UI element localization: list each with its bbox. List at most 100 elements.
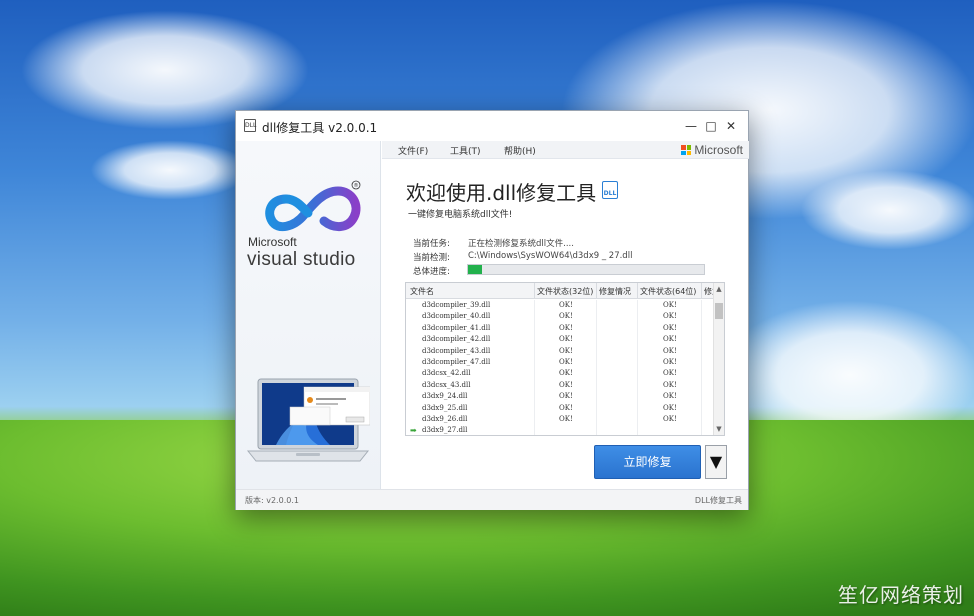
table-row[interactable]: d3dx9_26.dll OK! OK! bbox=[406, 414, 714, 425]
cloud bbox=[800, 170, 974, 250]
cell-status-64: OK! bbox=[663, 312, 677, 321]
current-task-label: 当前任务: bbox=[413, 239, 450, 249]
cell-status-32: OK! bbox=[559, 323, 573, 332]
cell-filename: d3dcompiler_41.dll bbox=[422, 323, 491, 332]
current-check-label: 当前检测: bbox=[413, 253, 450, 263]
cell-status-32: OK! bbox=[559, 346, 573, 355]
cell-status-64: OK! bbox=[663, 403, 677, 412]
cell-status-64: OK! bbox=[663, 414, 677, 423]
menu-help[interactable]: 帮助(H) bbox=[504, 144, 536, 157]
microsoft-brand: Microsoft bbox=[681, 143, 743, 157]
table-row[interactable]: ➡ d3dx9_27.dll bbox=[406, 425, 714, 436]
cell-filename: d3dcompiler_40.dll bbox=[422, 312, 491, 321]
cell-filename: d3dx9_25.dll bbox=[422, 403, 468, 412]
cell-status-64: OK! bbox=[663, 369, 677, 378]
window-title: dll修复工具 v2.0.0.1 bbox=[262, 121, 378, 135]
cloud bbox=[90, 140, 250, 200]
column-separator bbox=[534, 283, 535, 299]
cell-status-32: OK! bbox=[559, 380, 573, 389]
table-row[interactable]: d3dcompiler_40.dll OK! OK! bbox=[406, 311, 714, 322]
microsoft-logo-icon bbox=[681, 145, 692, 155]
cell-status-32: OK! bbox=[559, 357, 573, 366]
cell-status-64: OK! bbox=[663, 323, 677, 332]
microsoft-brand-text: Microsoft bbox=[694, 143, 743, 157]
progress-bar bbox=[467, 264, 705, 275]
scroll-thumb[interactable] bbox=[715, 303, 723, 319]
table-row[interactable]: d3dcompiler_39.dll OK! OK! bbox=[406, 300, 714, 311]
cell-filename: d3dcompiler_42.dll bbox=[422, 335, 491, 344]
current-check-value: C:\Windows\SysWOW64\d3dx9 _ 27.dll bbox=[468, 251, 633, 261]
welcome-title: 欢迎使用.dll修复工具 bbox=[406, 181, 597, 205]
cell-filename: d3dcompiler_39.dll bbox=[422, 301, 491, 309]
visual-studio-logo-icon: ® bbox=[265, 180, 361, 232]
table-row[interactable]: d3dcsx_43.dll OK! OK! bbox=[406, 380, 714, 391]
menu-file[interactable]: 文件(F) bbox=[398, 144, 428, 157]
list-rows: d3dcompiler_39.dll OK! OK! d3dcompiler_40.d… bbox=[406, 300, 714, 436]
title-bar[interactable]: DLL dll修复工具 v2.0.0.1 — □ ✕ bbox=[236, 111, 748, 141]
laptop-illustration-icon bbox=[246, 378, 370, 462]
welcome-subtitle: 一键修复电脑系统dll文件! bbox=[408, 210, 513, 220]
column-header-status-64[interactable]: 文件状态(64位) bbox=[640, 286, 696, 297]
menu-bar: 文件(F) 工具(T) 帮助(H) Microsoft bbox=[382, 141, 749, 159]
cell-status-64: OK! bbox=[663, 380, 677, 389]
cell-status-64: OK! bbox=[663, 357, 677, 366]
cell-filename: d3dx9_27.dll bbox=[422, 426, 468, 435]
dll-file-icon: DLL bbox=[602, 181, 618, 199]
cell-status-64: OK! bbox=[663, 392, 677, 401]
cell-status-32: OK! bbox=[559, 369, 573, 378]
column-header-status-32[interactable]: 文件状态(32位) bbox=[537, 286, 593, 297]
cell-filename: d3dx9_24.dll bbox=[422, 392, 468, 401]
table-row[interactable]: d3dcsx_42.dll OK! OK! bbox=[406, 368, 714, 379]
cell-status-64: OK! bbox=[663, 335, 677, 344]
cell-filename: d3dcsx_43.dll bbox=[422, 380, 471, 389]
column-header-repair-32[interactable]: 修复情况 bbox=[599, 286, 631, 297]
list-header: 文件名 文件状态(32位) 修复情况 文件状态(64位) 修复情况 bbox=[406, 283, 724, 299]
app-window: DLL dll修复工具 v2.0.0.1 — □ ✕ ® Microsoft v… bbox=[235, 110, 749, 510]
table-row[interactable]: d3dcompiler_41.dll OK! OK! bbox=[406, 323, 714, 334]
current-task-value: 正在检测修复系统dll文件.... bbox=[468, 239, 574, 249]
table-row[interactable]: d3dcompiler_47.dll OK! OK! bbox=[406, 357, 714, 368]
cell-status-64: OK! bbox=[663, 301, 677, 309]
cell-status-32: OK! bbox=[559, 392, 573, 401]
cell-filename: d3dcsx_42.dll bbox=[422, 369, 471, 378]
column-separator bbox=[701, 283, 702, 299]
maximize-button[interactable]: □ bbox=[702, 117, 720, 135]
brand-microsoft: Microsoft bbox=[248, 235, 297, 249]
column-separator bbox=[596, 283, 597, 299]
list-scrollbar[interactable]: ▲ ▼ bbox=[713, 283, 724, 435]
left-panel: ® Microsoft visual studio bbox=[236, 141, 381, 489]
progress-label: 总体进度: bbox=[413, 267, 450, 277]
cell-status-32: OK! bbox=[559, 312, 573, 321]
cell-status-32: OK! bbox=[559, 414, 573, 423]
minimize-button[interactable]: — bbox=[682, 117, 700, 135]
cell-status-32: OK! bbox=[559, 335, 573, 344]
cell-filename: d3dcompiler_47.dll bbox=[422, 357, 491, 366]
close-button[interactable]: ✕ bbox=[722, 117, 740, 135]
table-row[interactable]: d3dx9_25.dll OK! OK! bbox=[406, 403, 714, 414]
status-panel: 当前任务: 正在检测修复系统dll文件.... 当前检测: C:\Windows… bbox=[406, 231, 726, 281]
svg-text:®: ® bbox=[354, 182, 359, 189]
table-row[interactable]: d3dcompiler_42.dll OK! OK! bbox=[406, 334, 714, 345]
version-text: 版本: v2.0.0.1 bbox=[245, 496, 299, 505]
column-header-filename[interactable]: 文件名 bbox=[410, 286, 434, 297]
watermark: 笙亿网络策划 bbox=[838, 583, 964, 607]
cell-status-64: OK! bbox=[663, 346, 677, 355]
progress-fill bbox=[468, 265, 483, 274]
column-separator bbox=[637, 283, 638, 299]
current-file-arrow-icon: ➡ bbox=[410, 426, 417, 436]
cell-filename: d3dx9_26.dll bbox=[422, 414, 468, 423]
app-name-text: DLL修复工具 bbox=[694, 496, 742, 505]
brand-visual-studio: visual studio bbox=[247, 249, 356, 270]
table-row[interactable]: d3dx9_24.dll OK! OK! bbox=[406, 391, 714, 402]
status-bar: 版本: v2.0.0.1 DLL修复工具 bbox=[236, 489, 748, 510]
cell-status-32: OK! bbox=[559, 301, 573, 309]
cell-status-32: OK! bbox=[559, 403, 573, 412]
scroll-down-icon[interactable]: ▼ bbox=[714, 424, 724, 434]
scroll-up-icon[interactable]: ▲ bbox=[714, 284, 724, 294]
cell-filename: d3dcompiler_43.dll bbox=[422, 346, 491, 355]
repair-now-button[interactable]: 立即修复 bbox=[594, 445, 701, 479]
table-row[interactable]: d3dcompiler_43.dll OK! OK! bbox=[406, 346, 714, 357]
repair-options-dropdown-button[interactable]: ▼ bbox=[705, 445, 727, 479]
menu-tools[interactable]: 工具(T) bbox=[450, 144, 481, 157]
file-list[interactable]: 文件名 文件状态(32位) 修复情况 文件状态(64位) 修复情况 d3dcom… bbox=[405, 282, 725, 436]
